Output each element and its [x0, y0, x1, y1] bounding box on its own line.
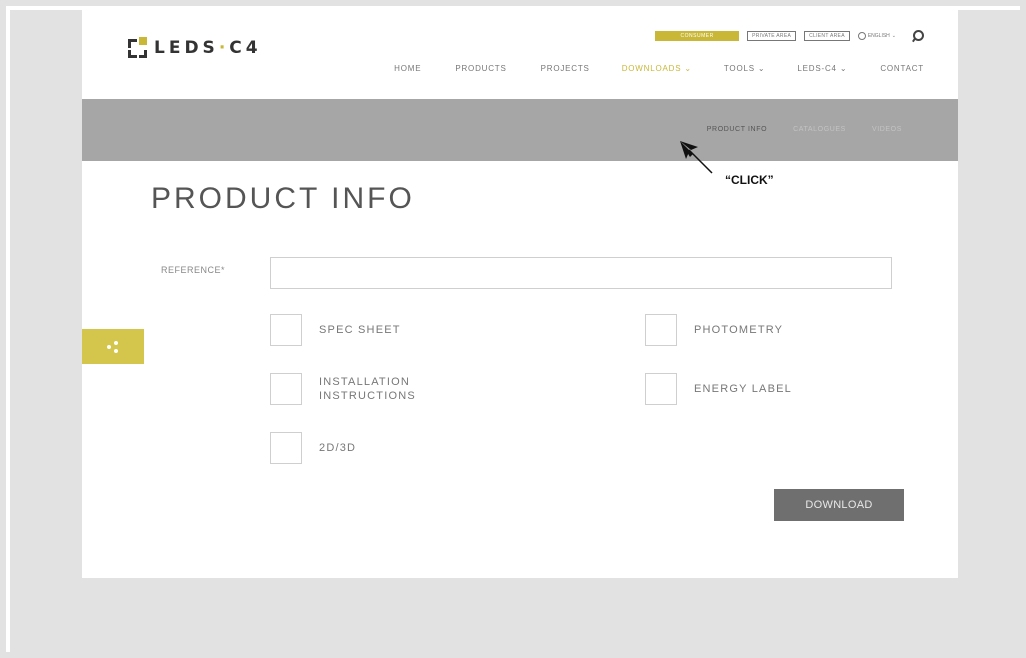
nav-leds-c4-label: LEDS-C4 [797, 64, 837, 73]
reference-input[interactable] [270, 257, 892, 289]
installation-label-line1: INSTALLATION [319, 376, 411, 388]
logo-text: LEDS·C4 [154, 38, 262, 58]
chevron-down-icon: ⌄ [681, 64, 692, 73]
nav-downloads-label: DOWNLOADS [621, 64, 682, 73]
option-energy-label[interactable]: ENERGY LABEL [645, 373, 792, 405]
download-button[interactable]: DOWNLOAD [774, 489, 904, 521]
energy-label-label: ENERGY LABEL [694, 383, 792, 395]
2d-3d-checkbox[interactable] [270, 432, 302, 464]
nav-projects[interactable]: PROJECTS [541, 64, 590, 73]
click-annotation: “CLICK” [725, 173, 774, 187]
search-icon[interactable] [912, 30, 924, 41]
nav-products[interactable]: PRODUCTS [455, 64, 506, 73]
chevron-down-icon: ⌄ [836, 64, 848, 73]
page-frame: LEDS·C4 CONSUMER PRIVATE AREA CLIENT ARE… [82, 10, 958, 578]
logo[interactable]: LEDS·C4 [128, 37, 262, 59]
option-spec-sheet[interactable]: SPEC SHEET [270, 314, 401, 346]
cursor-arrow-icon [680, 141, 713, 174]
subnav-product-info[interactable]: PRODUCT INFO [707, 126, 767, 133]
installation-label-line2: INSTRUCTIONS [319, 390, 416, 402]
option-installation-instructions[interactable]: INSTALLATION INSTRUCTIONS [270, 373, 416, 405]
globe-icon [857, 31, 866, 40]
nav-home[interactable]: HOME [394, 64, 421, 73]
nav-contact[interactable]: CONTACT [880, 64, 924, 73]
energy-label-checkbox[interactable] [645, 373, 677, 405]
page-title: PRODUCT INFO [151, 182, 415, 215]
main-nav: HOME PRODUCTS PROJECTS DOWNLOADS ⌄ TOOLS… [394, 64, 924, 73]
nav-downloads[interactable]: DOWNLOADS ⌄ [622, 64, 692, 73]
installation-instructions-checkbox[interactable] [270, 373, 302, 405]
nav-tools-label: TOOLS [723, 64, 755, 73]
2d-3d-label: 2D/3D [319, 442, 357, 454]
nav-leds-c4[interactable]: LEDS-C4 ⌄ [797, 64, 847, 73]
spec-sheet-checkbox[interactable] [270, 314, 302, 346]
client-area-button[interactable]: CLIENT AREA [804, 30, 850, 41]
photometry-label: PHOTOMETRY [694, 324, 784, 336]
option-2d-3d[interactable]: 2D/3D [270, 432, 356, 464]
logo-icon [128, 37, 148, 59]
share-tab[interactable] [82, 329, 144, 364]
language-selector[interactable]: ENGLISH ⌄ [857, 31, 896, 40]
installation-instructions-label: INSTALLATION INSTRUCTIONS [319, 375, 416, 403]
spec-sheet-label: SPEC SHEET [319, 324, 401, 336]
private-area-button[interactable]: PRIVATE AREA [747, 30, 797, 41]
option-photometry[interactable]: PHOTOMETRY [645, 314, 783, 346]
downloads-subnav-bar: PRODUCT INFO CATALOGUES VIDEOS [82, 99, 958, 161]
top-links: CONSUMER PRIVATE AREA CLIENT AREA ENGLIS… [655, 30, 924, 41]
nav-tools[interactable]: TOOLS ⌄ [724, 64, 766, 73]
chevron-down-icon: ⌄ [754, 64, 766, 73]
subnav-catalogues[interactable]: CATALOGUES [793, 126, 846, 133]
consumer-button[interactable]: CONSUMER [655, 30, 740, 41]
chevron-down-icon: ⌄ [891, 32, 896, 39]
subnav: PRODUCT INFO CATALOGUES VIDEOS [707, 126, 902, 133]
share-icon [107, 340, 119, 353]
reference-label: REFERENCE* [161, 265, 226, 275]
photometry-checkbox[interactable] [645, 314, 677, 346]
language-label: ENGLISH [867, 32, 890, 39]
outer-border-left [6, 6, 10, 652]
subnav-videos[interactable]: VIDEOS [872, 126, 902, 133]
